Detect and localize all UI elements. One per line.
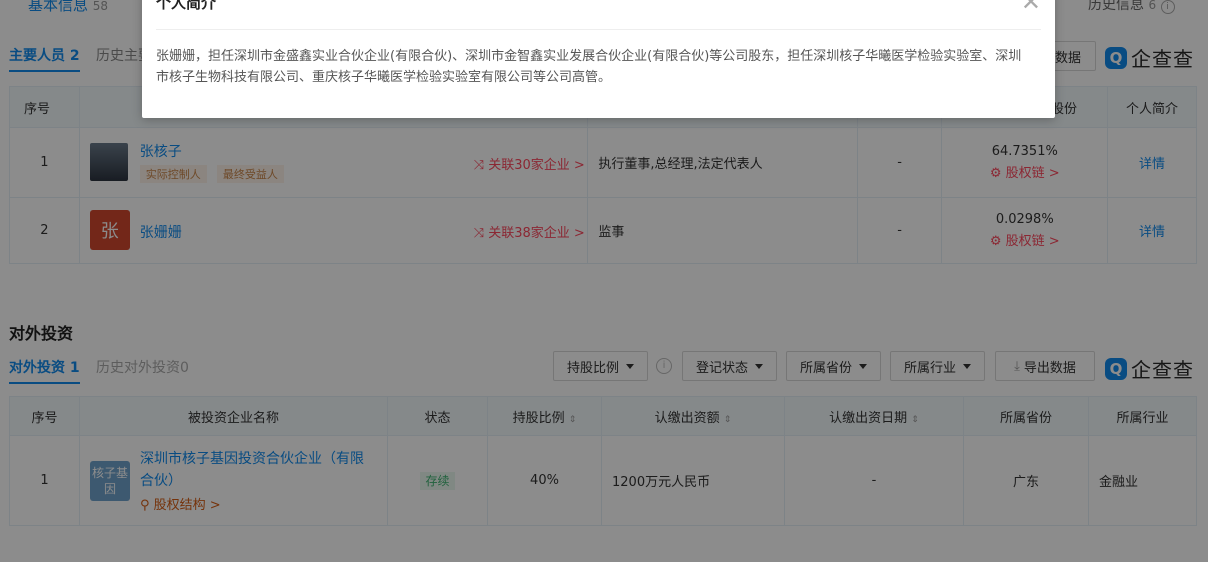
bio-modal: 个人简介 ✕ 张姗姗，担任深圳市金盛鑫实业合伙企业(有限合伙)、深圳市金智鑫实业…: [142, 0, 1055, 118]
modal-divider: [156, 29, 1041, 30]
close-icon[interactable]: ✕: [1021, 0, 1041, 14]
modal-body: 张姗姗，担任深圳市金盛鑫实业合伙企业(有限合伙)、深圳市金智鑫实业发展合伙企业(…: [156, 49, 1022, 85]
modal-title: 个人简介: [156, 0, 217, 12]
